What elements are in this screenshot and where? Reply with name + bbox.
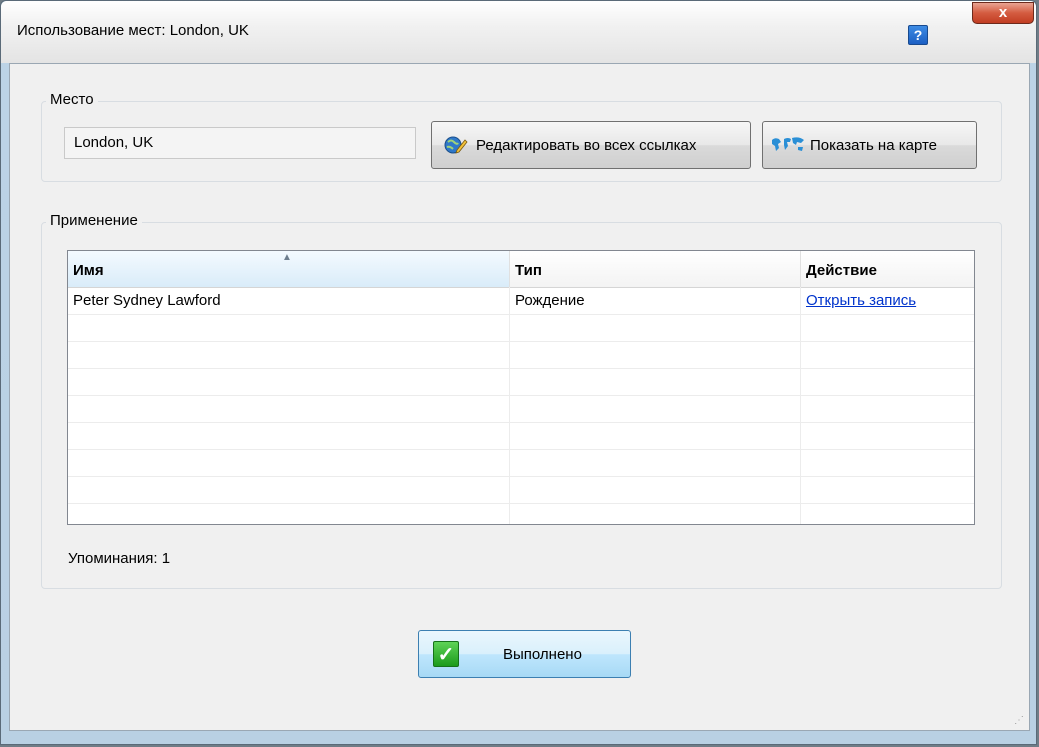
mentions-count: Упоминания: 1 bbox=[68, 550, 171, 567]
open-record-link[interactable]: Открыть запись bbox=[806, 292, 916, 309]
table-row bbox=[68, 449, 974, 477]
table-row bbox=[68, 503, 974, 524]
table-header: Имя ▲ Тип Действие bbox=[68, 251, 974, 288]
edit-all-references-button[interactable]: Редактировать во всех ссылках bbox=[431, 121, 751, 169]
cell-type: Рождение bbox=[510, 287, 801, 314]
title-bar[interactable]: Использование мест: London, UK ? x bbox=[1, 1, 1036, 63]
column-header-name[interactable]: Имя ▲ bbox=[68, 251, 510, 287]
cell-name: Peter Sydney Lawford bbox=[68, 287, 510, 314]
edit-globe-icon bbox=[444, 134, 468, 156]
table-row[interactable]: Peter Sydney Lawford Рождение Открыть за… bbox=[68, 287, 974, 315]
checkmark-icon: ✓ bbox=[433, 641, 459, 667]
usage-table[interactable]: Имя ▲ Тип Действие Peter Sydney Lawford … bbox=[67, 250, 975, 525]
done-button[interactable]: ✓ Выполнено bbox=[418, 630, 631, 678]
sort-ascending-icon: ▲ bbox=[282, 252, 292, 263]
table-row bbox=[68, 395, 974, 423]
resize-grip[interactable]: ⋰ bbox=[1014, 715, 1024, 726]
world-map-icon bbox=[770, 136, 806, 154]
table-row bbox=[68, 314, 974, 342]
window-title: Использование мест: London, UK bbox=[17, 22, 249, 39]
show-on-map-button[interactable]: Показать на карте bbox=[762, 121, 977, 169]
help-button[interactable]: ? bbox=[908, 25, 928, 45]
usage-group-label: Применение bbox=[46, 212, 142, 229]
close-button[interactable]: x bbox=[972, 2, 1034, 24]
show-on-map-label: Показать на карте bbox=[810, 136, 938, 154]
column-header-name-label: Имя bbox=[73, 262, 104, 279]
column-header-action[interactable]: Действие bbox=[801, 251, 974, 287]
place-group-label: Место bbox=[46, 91, 98, 108]
table-row bbox=[68, 341, 974, 369]
table-row bbox=[68, 476, 974, 504]
cell-action: Открыть запись bbox=[801, 287, 974, 314]
dialog-window: Использование мест: London, UK ? x Место… bbox=[0, 0, 1037, 745]
table-row bbox=[68, 368, 974, 396]
column-header-type[interactable]: Тип bbox=[510, 251, 801, 287]
place-name-field[interactable]: London, UK bbox=[64, 127, 416, 159]
dialog-body: Место London, UK Редактировать во всех с… bbox=[9, 63, 1030, 731]
edit-all-references-label: Редактировать во всех ссылках bbox=[476, 136, 697, 154]
done-button-label: Выполнено bbox=[503, 645, 582, 663]
table-row bbox=[68, 422, 974, 450]
